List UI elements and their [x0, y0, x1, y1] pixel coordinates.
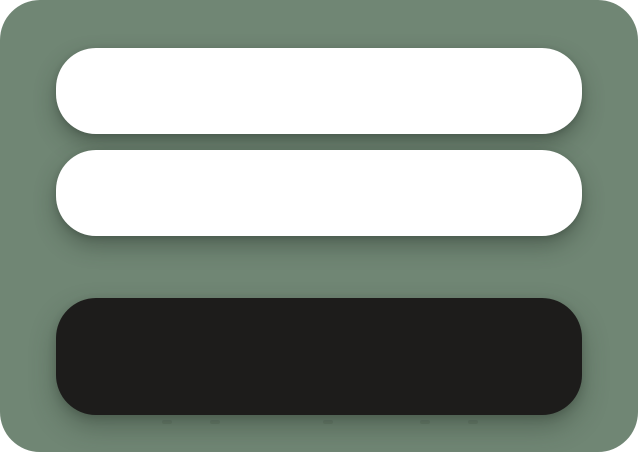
- decorative-mark: [323, 420, 333, 424]
- app-card: [0, 0, 638, 452]
- primary-action-button[interactable]: [56, 298, 582, 415]
- decorative-shadow-marks: [0, 420, 638, 428]
- decorative-mark: [420, 420, 430, 424]
- decorative-mark: [210, 420, 220, 424]
- decorative-mark: [162, 420, 172, 424]
- decorative-mark: [468, 420, 478, 424]
- first-input-field[interactable]: [56, 48, 582, 134]
- second-input-field[interactable]: [56, 150, 582, 236]
